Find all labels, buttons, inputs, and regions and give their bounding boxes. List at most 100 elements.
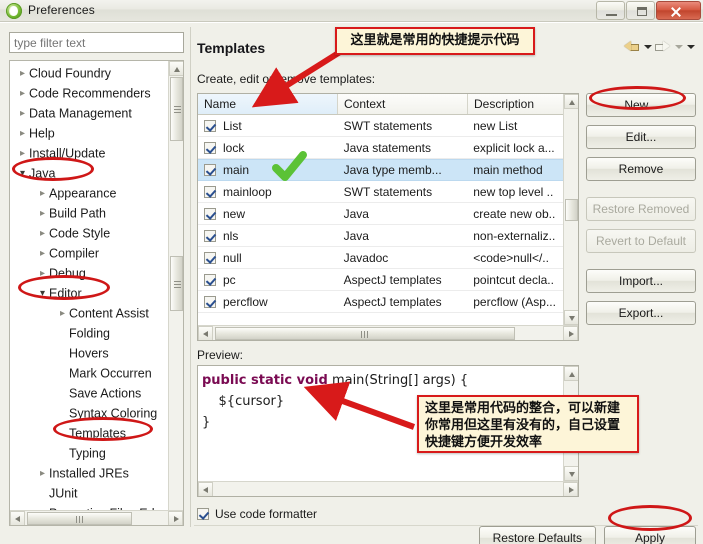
table-row[interactable]: nls Java non-externaliz.. — [198, 225, 563, 247]
tree-scroll-thumb[interactable] — [170, 77, 183, 141]
view-menu-button[interactable] — [685, 38, 696, 55]
sidebar-item-folding[interactable]: Folding — [10, 323, 169, 343]
restore-defaults-button[interactable]: Restore Defaults — [478, 526, 596, 544]
preview-scroll-down-button[interactable] — [564, 466, 578, 481]
sidebar-item-typing[interactable]: Typing — [10, 443, 169, 463]
sidebar-item-hovers[interactable]: Hovers — [10, 343, 169, 363]
tree-horizontal-scrollbar[interactable] — [10, 510, 183, 525]
sidebar-item-java[interactable]: Java — [10, 163, 169, 183]
row-checkbox[interactable] — [204, 141, 216, 154]
row-checkbox[interactable] — [204, 164, 216, 176]
forward-history-menu[interactable] — [673, 38, 684, 55]
sidebar-item-content-assist[interactable]: Content Assist — [10, 303, 169, 323]
collapse-arrow-icon[interactable] — [36, 264, 49, 284]
edit-button[interactable]: Edit... — [586, 125, 696, 149]
sidebar-item-mark-occurren[interactable]: Mark Occurren — [10, 363, 169, 383]
apply-button[interactable]: Apply — [604, 526, 696, 544]
sidebar-item-appearance[interactable]: Appearance — [10, 183, 169, 203]
collapse-arrow-icon[interactable] — [16, 104, 29, 124]
expand-arrow-icon[interactable] — [36, 284, 49, 304]
sidebar-item-compiler[interactable]: Compiler — [10, 243, 169, 263]
close-button[interactable] — [656, 1, 701, 20]
row-checkbox[interactable] — [204, 251, 216, 264]
use-code-formatter-checkbox[interactable] — [197, 508, 209, 520]
maximize-button[interactable] — [626, 1, 655, 20]
filter-input-wrapper[interactable] — [9, 32, 184, 53]
table-scroll-left-button[interactable] — [198, 326, 213, 340]
sidebar-item-editor[interactable]: Editor — [10, 283, 169, 303]
table-row[interactable]: List SWT statements new List — [198, 115, 563, 137]
sidebar-item-syntax-coloring[interactable]: Syntax Coloring — [10, 403, 169, 423]
remove-button[interactable]: Remove — [586, 157, 696, 181]
sidebar-item-installed-jres[interactable]: Installed JREs — [10, 463, 169, 483]
collapse-arrow-icon[interactable] — [36, 244, 49, 264]
table-row[interactable]: new Java create new ob.. — [198, 203, 563, 225]
table-vertical-scrollbar[interactable] — [563, 94, 578, 340]
new-button[interactable]: New... — [586, 93, 696, 117]
column-header-name[interactable]: Name — [198, 94, 338, 114]
collapse-arrow-icon[interactable] — [16, 84, 29, 104]
scroll-up-button[interactable] — [169, 61, 183, 76]
collapse-arrow-icon[interactable] — [56, 304, 69, 324]
sidebar-item-code-recommenders[interactable]: Code Recommenders — [10, 83, 169, 103]
use-code-formatter-row[interactable]: Use code formatter — [197, 507, 317, 521]
preview-vertical-scrollbar[interactable] — [563, 366, 578, 496]
collapse-arrow-icon[interactable] — [36, 184, 49, 204]
table-scroll-up-button[interactable] — [564, 94, 578, 109]
table-hscroll-thumb[interactable] — [215, 327, 515, 340]
table-row[interactable]: pc AspectJ templates pointcut decla.. — [198, 269, 563, 291]
preview-horizontal-scrollbar[interactable] — [198, 481, 578, 496]
row-checkbox[interactable] — [204, 295, 216, 308]
collapse-arrow-icon[interactable] — [36, 464, 49, 484]
export-button[interactable]: Export... — [586, 301, 696, 325]
sidebar-item-code-style[interactable]: Code Style — [10, 223, 169, 243]
table-scroll-right-button[interactable] — [563, 326, 578, 340]
collapse-arrow-icon[interactable] — [36, 224, 49, 244]
preview-scroll-left-button[interactable] — [198, 482, 213, 496]
restore-removed-button[interactable]: Restore Removed — [586, 197, 696, 221]
tree-scroll-thumb-2[interactable] — [170, 256, 183, 311]
row-checkbox[interactable] — [204, 185, 216, 198]
row-checkbox[interactable] — [204, 119, 216, 132]
table-row[interactable]: mainloop SWT statements new top level .. — [198, 181, 563, 203]
table-row[interactable]: main Java type memb... main method — [198, 159, 563, 181]
column-header-description[interactable]: Description — [468, 94, 564, 114]
column-header-context[interactable]: Context — [338, 94, 468, 114]
back-history-menu[interactable] — [642, 38, 653, 55]
table-scroll-down-button[interactable] — [564, 310, 578, 325]
tree-vertical-scrollbar[interactable] — [168, 61, 183, 525]
forward-button[interactable] — [654, 38, 672, 55]
templates-table[interactable]: Name Context Description List SWT stateme… — [197, 93, 579, 341]
table-row[interactable]: lock Java statements explicit lock a... — [198, 137, 563, 159]
preview-scroll-up-button[interactable] — [564, 366, 578, 381]
back-button[interactable] — [623, 38, 641, 55]
minimize-button[interactable] — [596, 1, 625, 20]
sidebar-item-save-actions[interactable]: Save Actions — [10, 383, 169, 403]
table-scroll-thumb[interactable] — [565, 199, 578, 221]
table-row[interactable]: null Javadoc <code>null</.. — [198, 247, 563, 269]
row-checkbox[interactable] — [204, 229, 216, 242]
row-checkbox[interactable] — [204, 273, 216, 286]
sidebar-item-install-update[interactable]: Install/Update — [10, 143, 169, 163]
tree-hscroll-thumb[interactable] — [27, 512, 132, 525]
collapse-arrow-icon[interactable] — [36, 204, 49, 224]
sidebar-item-help[interactable]: Help — [10, 123, 169, 143]
preview-scroll-right-button[interactable] — [563, 482, 578, 496]
collapse-arrow-icon[interactable] — [16, 64, 29, 84]
revert-to-default-button[interactable]: Revert to Default — [586, 229, 696, 253]
search-input[interactable] — [14, 35, 179, 51]
preview-pane[interactable]: public static void main(String[] args) {… — [197, 365, 579, 497]
sidebar-item-templates[interactable]: Templates — [10, 423, 169, 443]
expand-arrow-icon[interactable] — [16, 164, 29, 184]
sidebar-item-junit[interactable]: JUnit — [10, 483, 169, 503]
sidebar-item-build-path[interactable]: Build Path — [10, 203, 169, 223]
preferences-tree[interactable]: Cloud Foundry Code Recommenders Data Manag… — [9, 60, 184, 526]
sidebar-item-cloud-foundry[interactable]: Cloud Foundry — [10, 63, 169, 83]
scroll-right-button[interactable] — [168, 511, 183, 525]
sidebar-item-data-management[interactable]: Data Management — [10, 103, 169, 123]
sidebar-item-debug[interactable]: Debug — [10, 263, 169, 283]
row-checkbox[interactable] — [204, 207, 216, 220]
collapse-arrow-icon[interactable] — [16, 144, 29, 164]
import-button[interactable]: Import... — [586, 269, 696, 293]
table-row[interactable]: percflow AspectJ templates percflow (Asp..… — [198, 291, 563, 313]
